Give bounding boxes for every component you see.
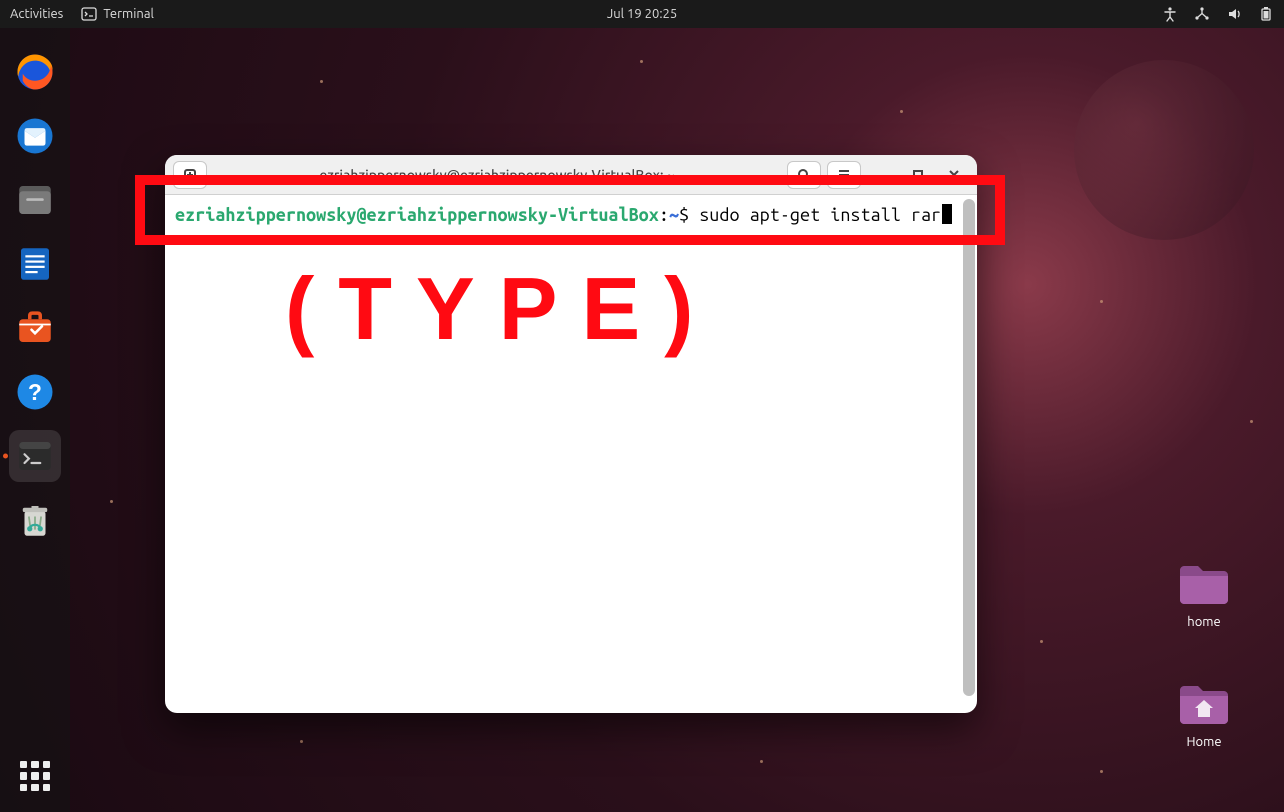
titlebar[interactable]: ezriahzippernowsky@ezriahzippernowsky-Vi… <box>165 155 977 195</box>
terminal-app-icon <box>14 435 56 477</box>
show-applications-button[interactable] <box>9 750 61 802</box>
volume-icon[interactable] <box>1226 6 1242 22</box>
prompt-command: sudo apt-get install rar <box>699 205 941 225</box>
thunderbird-icon <box>14 115 56 157</box>
terminal-prompt-line: ezriahzippernowsky@ezriahzippernowsky-Vi… <box>175 205 952 250</box>
trash-icon <box>14 499 56 541</box>
search-icon <box>797 168 811 182</box>
firefox-icon <box>14 51 56 93</box>
software-icon <box>14 307 56 349</box>
battery-icon[interactable] <box>1258 6 1274 22</box>
desktop-folder-label: Home <box>1164 735 1244 749</box>
search-button[interactable] <box>787 161 821 189</box>
dock-help[interactable]: ? <box>9 366 61 418</box>
top-bar: Activities Terminal Jul 19 20:25 <box>0 0 1284 28</box>
desktop-folder-home-lower[interactable]: home <box>1164 560 1244 629</box>
folder-icon <box>1176 560 1232 606</box>
plus-icon <box>183 168 197 182</box>
clock[interactable]: Jul 19 20:25 <box>607 7 677 21</box>
terminal-body[interactable]: ezriahzippernowsky@ezriahzippernowsky-Vi… <box>165 195 977 713</box>
menu-icon <box>837 168 851 182</box>
dock-files[interactable] <box>9 174 61 226</box>
terminal-window: ezriahzippernowsky@ezriahzippernowsky-Vi… <box>165 155 977 713</box>
terminal-scrollbar[interactable] <box>963 199 975 696</box>
prompt-path: ~ <box>669 205 679 225</box>
dock-trash[interactable] <box>9 494 61 546</box>
maximize-button[interactable] <box>903 161 933 189</box>
close-icon <box>948 169 960 181</box>
svg-text:?: ? <box>28 379 42 405</box>
desktop-folder-home-upper[interactable]: Home <box>1164 680 1244 749</box>
dock-thunderbird[interactable] <box>9 110 61 162</box>
dock-writer[interactable] <box>9 238 61 290</box>
dock-terminal[interactable] <box>9 430 61 482</box>
wallpaper-planet <box>1074 60 1254 240</box>
accessibility-icon[interactable] <box>1162 6 1178 22</box>
network-icon[interactable] <box>1194 6 1210 22</box>
minimize-icon <box>876 169 888 181</box>
apps-grid-icon <box>20 761 50 791</box>
app-menu[interactable]: Terminal <box>81 6 154 22</box>
close-button[interactable] <box>939 161 969 189</box>
dock: ? <box>0 28 70 812</box>
terminal-icon <box>81 6 97 22</box>
running-indicator <box>3 454 8 459</box>
dock-software[interactable] <box>9 302 61 354</box>
hamburger-menu-button[interactable] <box>827 161 861 189</box>
help-icon: ? <box>14 371 56 413</box>
maximize-icon <box>912 169 924 181</box>
desktop-folder-label: home <box>1164 615 1244 629</box>
text-cursor <box>942 204 952 224</box>
minimize-button[interactable] <box>867 161 897 189</box>
activities-button[interactable]: Activities <box>10 7 63 21</box>
dock-firefox[interactable] <box>9 46 61 98</box>
prompt-user-host: ezriahzippernowsky@ezriahzippernowsky-Vi… <box>175 205 659 225</box>
app-menu-label: Terminal <box>103 7 154 21</box>
writer-icon <box>14 243 56 285</box>
folder-home-icon <box>1176 680 1232 726</box>
window-title: ezriahzippernowsky@ezriahzippernowsky-Vi… <box>207 167 787 183</box>
files-icon <box>14 179 56 221</box>
new-tab-button[interactable] <box>173 161 207 189</box>
